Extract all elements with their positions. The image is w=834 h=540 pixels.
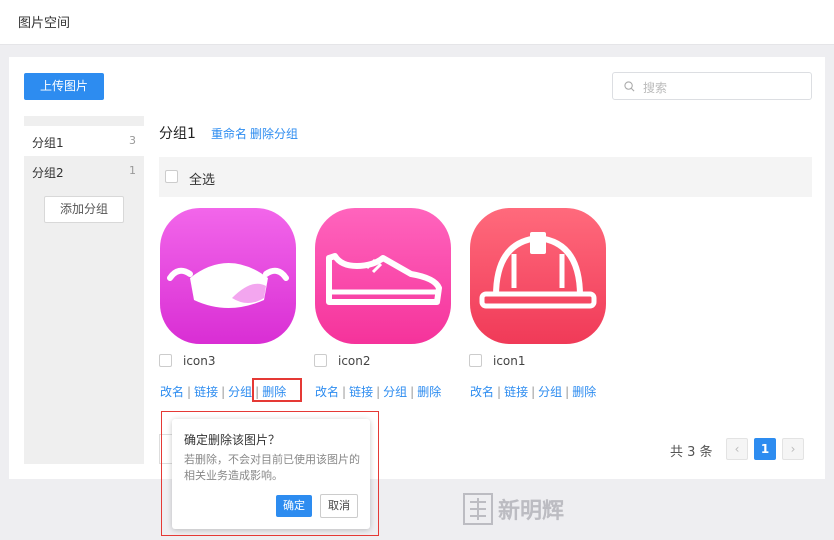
delete-link[interactable]: 删除	[417, 385, 441, 399]
image-thumbnail[interactable]	[160, 208, 296, 344]
image-actions: 改名 | 链接 | 分组 | 删除	[470, 385, 597, 399]
search-icon	[624, 81, 635, 92]
group-link[interactable]: 分组	[538, 385, 562, 399]
sidebar-item-count: 3	[129, 134, 136, 147]
sidebar-item-label: 分组2	[32, 166, 64, 180]
image-thumbnail[interactable]	[470, 208, 606, 344]
rename-group-link[interactable]: 重命名	[211, 125, 247, 142]
top-bar: 图片空间	[0, 0, 834, 45]
image-name: icon3	[183, 354, 216, 368]
rename-link[interactable]: 改名	[315, 385, 339, 399]
image-name: icon2	[338, 354, 371, 368]
sidebar-item-group1[interactable]: 分组1 3	[24, 126, 144, 156]
group-link[interactable]: 分组	[383, 385, 407, 399]
upload-image-button[interactable]: 上传图片	[24, 73, 104, 100]
image-checkbox[interactable]	[159, 354, 172, 367]
rename-link[interactable]: 改名	[160, 385, 184, 399]
mask-icon	[160, 208, 296, 344]
next-page-button[interactable]: ›	[782, 438, 804, 460]
image-actions: 改名 | 链接 | 分组 | 删除	[315, 385, 442, 399]
page-title: 图片空间	[18, 16, 71, 31]
select-all-bar	[159, 157, 812, 197]
group-title: 分组1	[159, 126, 196, 142]
select-all-label: 全选	[189, 173, 216, 188]
total-count: 共 3 条	[670, 445, 713, 460]
watermark-logo: 新明辉	[463, 493, 564, 525]
image-thumbnail[interactable]	[315, 208, 451, 344]
search-input[interactable]: 搜索	[612, 72, 812, 100]
image-checkbox[interactable]	[314, 354, 327, 367]
svg-text:新明辉: 新明辉	[498, 498, 564, 524]
sidebar-item-count: 1	[129, 164, 136, 177]
select-all-checkbox[interactable]	[165, 170, 178, 183]
link-link[interactable]: 链接	[349, 385, 373, 399]
search-placeholder: 搜索	[643, 81, 668, 95]
group-sidebar: 分组1 3 分组2 1	[24, 116, 144, 464]
prev-page-button[interactable]: ‹	[726, 438, 748, 460]
delete-highlight	[252, 378, 302, 402]
image-name: icon1	[493, 354, 526, 368]
shoe-icon	[315, 208, 451, 344]
sidebar-item-label: 分组1	[32, 136, 64, 150]
delete-group-link[interactable]: 删除分组	[250, 125, 298, 142]
rename-link[interactable]: 改名	[470, 385, 494, 399]
popover-highlight	[161, 411, 379, 536]
group-link[interactable]: 分组	[228, 385, 252, 399]
add-group-button[interactable]: 添加分组	[44, 196, 124, 223]
page-1-button[interactable]: 1	[754, 438, 776, 460]
link-link[interactable]: 链接	[504, 385, 528, 399]
image-checkbox[interactable]	[469, 354, 482, 367]
helmet-icon	[470, 208, 606, 344]
sidebar-item-group2[interactable]: 分组2 1	[24, 156, 144, 186]
link-link[interactable]: 链接	[194, 385, 218, 399]
delete-link[interactable]: 删除	[572, 385, 596, 399]
